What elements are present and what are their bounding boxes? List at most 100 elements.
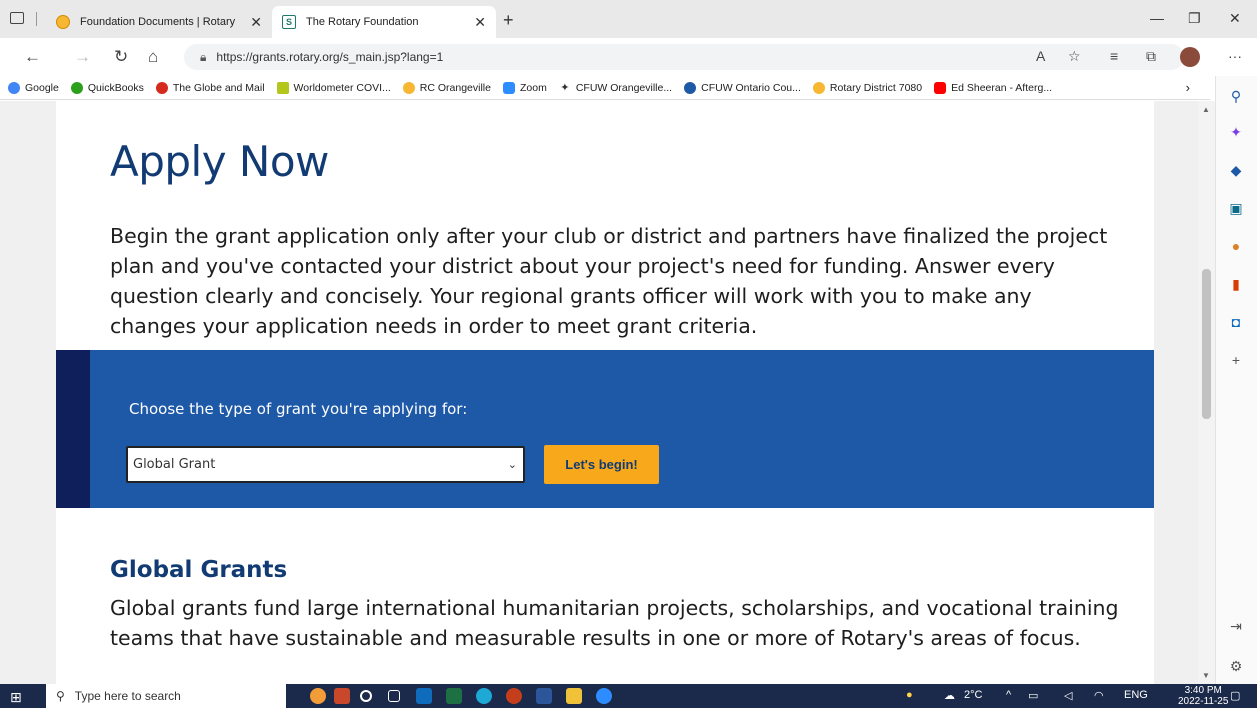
window-close-icon[interactable]: ✕ — [1229, 10, 1241, 27]
shopping-tag-icon[interactable]: ◆ — [1228, 162, 1244, 178]
people-icon[interactable]: ● — [1228, 238, 1244, 254]
task-view-icon[interactable] — [388, 690, 400, 702]
search-icon[interactable]: ⚲ — [1228, 88, 1244, 104]
close-icon[interactable]: ✕ — [250, 14, 262, 31]
taskbar-search-placeholder: Type here to search — [74, 689, 181, 703]
tab-actions-icon[interactable] — [10, 12, 24, 24]
bookmark-cfuw-ontario[interactable]: CFUW Ontario Cou... — [684, 81, 801, 94]
worldometer-icon — [276, 81, 289, 94]
weather-icon: ☁ — [944, 690, 955, 702]
outlook-icon[interactable]: ◘ — [1228, 314, 1244, 330]
outlook-icon[interactable] — [416, 688, 432, 704]
tools-icon[interactable]: ▣ — [1228, 200, 1244, 216]
scrollbar[interactable]: ▲ ▼ — [1198, 101, 1215, 684]
tab-rotary-foundation[interactable]: S The Rotary Foundation ✕ — [272, 6, 496, 38]
accent-stripe — [56, 350, 90, 508]
avatar[interactable] — [1180, 47, 1200, 67]
more-menu-icon[interactable]: ··· — [1228, 48, 1242, 64]
excel-icon[interactable] — [446, 688, 462, 704]
page-title: Apply Now — [110, 137, 329, 186]
chevron-right-icon[interactable]: › — [1186, 80, 1190, 95]
bookmark-ed-sheeran[interactable]: Ed Sheeran - Afterg... — [934, 81, 1052, 94]
new-tab-icon[interactable]: + — [503, 10, 514, 31]
refresh-icon[interactable]: ↻ — [114, 47, 128, 67]
tab-foundation-documents[interactable]: Foundation Documents | Rotary ✕ — [46, 6, 272, 38]
page-viewport: Apply Now Begin the grant application on… — [0, 101, 1198, 684]
restore-icon[interactable]: ❐ — [1188, 10, 1201, 27]
gift-app-icon[interactable] — [334, 688, 350, 704]
rotary-icon — [402, 81, 415, 94]
scrollbar-thumb[interactable] — [1202, 269, 1211, 419]
favorite-add-icon[interactable]: ☆ — [1068, 48, 1081, 65]
notifications-icon[interactable]: ▢ — [1230, 689, 1240, 702]
chevron-up-icon[interactable]: ^ — [1006, 689, 1011, 701]
office-icon[interactable]: ▮ — [1228, 276, 1244, 292]
bookmark-zoom[interactable]: Zoom — [502, 81, 547, 94]
language-indicator[interactable]: ENG — [1124, 689, 1148, 701]
begin-button[interactable]: Let's begin! — [544, 445, 659, 484]
grant-type-prompt: Choose the type of grant you're applying… — [129, 400, 468, 418]
forward-icon[interactable]: → — [74, 47, 91, 67]
windows-start-icon[interactable]: ⊞ — [10, 689, 22, 706]
bookmark-rc-orangeville[interactable]: RC Orangeville — [402, 81, 491, 94]
maple-leaf-icon — [155, 81, 168, 94]
volume-icon[interactable]: ◁ — [1064, 689, 1072, 702]
bookmark-google[interactable]: Google — [8, 81, 59, 94]
discover-icon[interactable]: ✦ — [1228, 124, 1244, 140]
main-content: Apply Now Begin the grant application on… — [56, 101, 1154, 684]
grants-site-icon: S — [282, 15, 296, 29]
zoom-icon — [502, 81, 515, 94]
tab-title: The Rotary Foundation — [306, 16, 419, 28]
taskbar: ⊞ ⚲ Type here to search ● ☁ 2°C ^ ▭ ◁ ◠ … — [0, 684, 1257, 708]
url-field[interactable]: 🔒︎ https://grants.rotary.org/s_main.jsp?… — [184, 44, 1184, 70]
gear-icon[interactable]: ⚙ — [1228, 658, 1244, 674]
close-icon[interactable]: ✕ — [474, 14, 486, 31]
scroll-down-icon[interactable]: ▼ — [1202, 671, 1210, 680]
quickbooks-icon — [70, 81, 83, 94]
grant-type-select[interactable]: Global Grant ⌄ — [126, 446, 525, 483]
grant-selector-panel: Choose the type of grant you're applying… — [56, 350, 1154, 508]
cortana-icon[interactable] — [360, 690, 372, 702]
bookmark-rotary-district[interactable]: Rotary District 7080 — [812, 81, 922, 94]
collections-icon[interactable]: ⧉ — [1146, 48, 1156, 65]
bookmark-cfuw-orangeville[interactable]: ✦ CFUW Orangeville... — [558, 81, 672, 94]
section-paragraph: Global grants fund large international h… — [110, 596, 1119, 650]
edge-icon[interactable] — [476, 688, 492, 704]
weather-temp[interactable]: 2°C — [964, 689, 982, 701]
zoom-icon[interactable] — [596, 688, 612, 704]
grant-type-value: Global Grant — [133, 457, 216, 472]
alarm-app-icon[interactable] — [310, 688, 326, 704]
google-icon — [8, 81, 20, 94]
word-icon[interactable] — [536, 688, 552, 704]
bookmark-worldometer[interactable]: Worldometer COVI... — [276, 81, 391, 94]
home-icon[interactable]: ⌂ — [148, 47, 158, 67]
sidebar-hide-icon[interactable]: ⇥ — [1228, 618, 1244, 634]
lock-icon: 🔒︎ — [200, 49, 207, 64]
back-icon[interactable]: ← — [24, 47, 41, 67]
file-explorer-icon[interactable] — [566, 688, 582, 704]
search-icon: ⚲ — [56, 689, 65, 703]
powerpoint-icon[interactable] — [506, 688, 522, 704]
clock-date: 2022-11-25 — [1178, 696, 1229, 707]
section-title: Global Grants — [110, 557, 288, 583]
address-bar-row: ← → ↻ ⌂ 🔒︎ https://grants.rotary.org/s_m… — [0, 38, 1257, 76]
help-icon[interactable]: ● — [906, 689, 913, 701]
rotary-icon — [812, 81, 825, 94]
wifi-icon[interactable]: ◠ — [1094, 689, 1104, 702]
scroll-up-icon[interactable]: ▲ — [1202, 105, 1210, 114]
minimize-icon[interactable]: — — [1150, 10, 1164, 26]
bookmark-quickbooks[interactable]: QuickBooks — [70, 81, 144, 94]
tab-title: Foundation Documents | Rotary — [80, 16, 236, 28]
intro-paragraph: Begin the grant application only after y… — [110, 224, 1108, 338]
chevron-down-icon: ⌄ — [507, 458, 517, 471]
divider — [36, 12, 37, 26]
taskbar-search[interactable]: ⚲ Type here to search — [46, 684, 286, 708]
network-icon[interactable]: ▭ — [1028, 689, 1038, 702]
bookmark-globe-and-mail[interactable]: The Globe and Mail — [155, 81, 265, 94]
edge-sidebar: ⚲ ✦ ◆ ▣ ● ▮ ◘ + ⇥ ⚙ — [1215, 76, 1257, 684]
favorites-icon[interactable]: ≡ — [1110, 48, 1118, 64]
read-aloud-icon[interactable]: A — [1036, 48, 1045, 64]
add-icon[interactable]: + — [1228, 352, 1244, 368]
url-text: https://grants.rotary.org/s_main.jsp?lan… — [216, 50, 444, 64]
clock[interactable]: 3:40 PM 2022-11-25 — [1178, 685, 1228, 707]
